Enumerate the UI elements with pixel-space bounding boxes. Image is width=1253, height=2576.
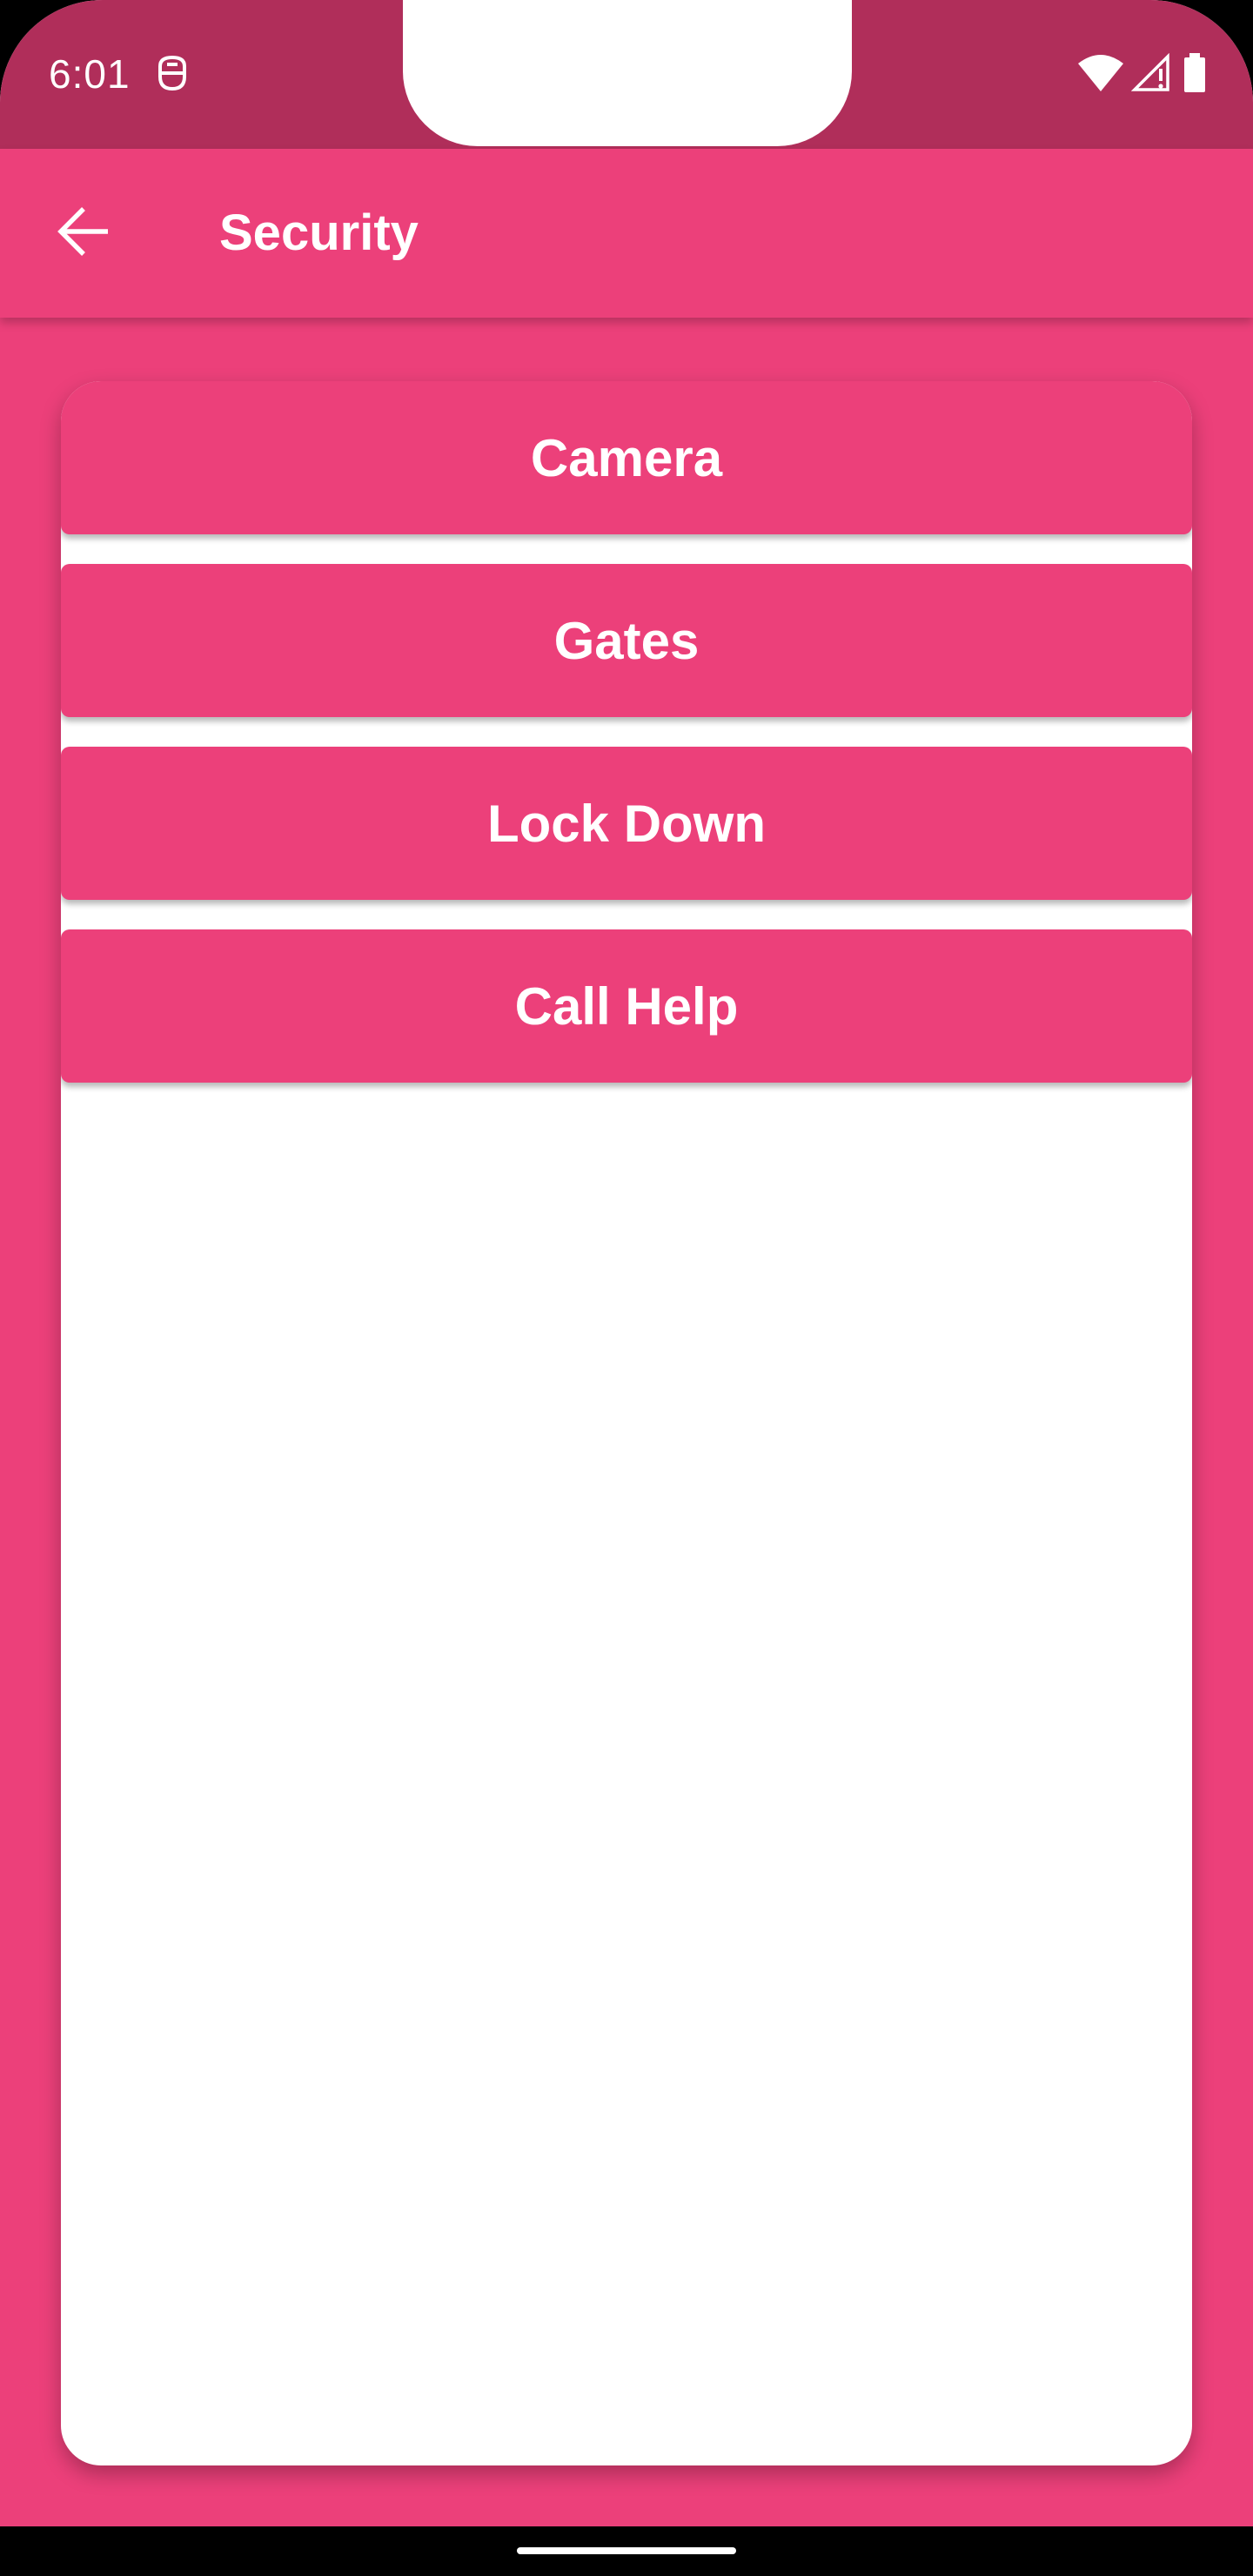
call-help-button[interactable]: Call Help <box>61 929 1192 1083</box>
signal-icon <box>1130 52 1175 97</box>
app-screen: 6:01 Security Camera Gates Lock Down Cal… <box>0 0 1253 2576</box>
camera-button[interactable]: Camera <box>61 381 1192 534</box>
menu-list: Camera Gates Lock Down Call Help <box>61 381 1192 1112</box>
dnd-icon <box>155 54 190 94</box>
lock-down-button[interactable]: Lock Down <box>61 747 1192 900</box>
display-notch <box>403 0 852 146</box>
menu-card: Camera Gates Lock Down Call Help <box>61 381 1192 2465</box>
back-button[interactable] <box>40 190 127 277</box>
arrow-back-icon <box>56 204 111 264</box>
battery-icon <box>1182 52 1208 98</box>
status-bar: 6:01 <box>0 0 1253 149</box>
wifi-icon <box>1077 53 1124 97</box>
page-title: Security <box>219 205 419 261</box>
status-icons <box>1077 52 1208 98</box>
navigation-bar <box>0 2526 1253 2576</box>
app-bar: Security <box>0 149 1253 318</box>
home-gesture-handle[interactable] <box>517 2547 736 2554</box>
content-background: Camera Gates Lock Down Call Help <box>0 318 1253 2526</box>
status-time: 6:01 <box>49 51 131 97</box>
gates-button[interactable]: Gates <box>61 564 1192 717</box>
